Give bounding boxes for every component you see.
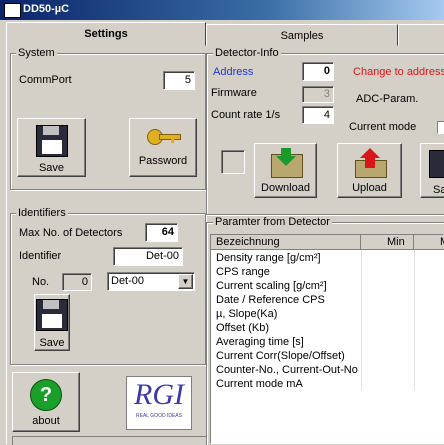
table-row[interactable]: Current mode mA: [211, 377, 443, 391]
identifiers-save-label: Save: [39, 337, 65, 349]
detector-info-group-label: Detector-Info: [213, 47, 281, 59]
no-input: 0: [62, 273, 92, 291]
table-row[interactable]: Date / Reference CPS: [211, 293, 443, 307]
count-rate-input[interactable]: 4: [302, 106, 334, 124]
table-row[interactable]: Current Corr(Slope/Offset): [211, 349, 443, 363]
detector-select-value: Det-00: [111, 275, 145, 287]
no-label: No.: [32, 276, 50, 288]
window-title: DD50-µC: [23, 3, 70, 15]
system-save-label: Save: [38, 162, 65, 174]
table-row[interactable]: Density range [g/cm²]: [211, 251, 443, 265]
adc-param-label: ADC-Param.: [356, 93, 419, 105]
change-address-label[interactable]: Change to address: [353, 66, 444, 78]
rgi-logo: RGI REAL GOOD IDEAS: [126, 376, 192, 430]
address-label: Address: [213, 66, 254, 78]
commport-label: CommPort: [19, 74, 72, 86]
detector-save-button[interactable]: Sa: [420, 143, 444, 198]
column-header-bezeichnung[interactable]: Bezeichnung: [211, 235, 361, 250]
current-mode-label: Current mode: [349, 121, 417, 133]
params-grid[interactable]: Bezeichnung Min M Density range [g/cm²] …: [210, 234, 444, 444]
about-button[interactable]: ? about: [12, 372, 80, 432]
rgi-logo-text: RGI: [134, 378, 184, 411]
table-row[interactable]: Offset (Kb): [211, 321, 443, 335]
commport-input[interactable]: 5: [163, 71, 195, 90]
detector-select[interactable]: Det-00 ▼: [107, 272, 195, 291]
detector-save-label: Sa: [433, 184, 444, 196]
about-label: about: [32, 415, 60, 427]
table-row[interactable]: Current scaling [g/cm²]: [211, 279, 443, 293]
column-header-min[interactable]: Min: [361, 235, 414, 250]
status-indicator: [221, 150, 245, 174]
password-label: Password: [138, 155, 188, 167]
key-icon: [145, 127, 181, 147]
chevron-down-icon[interactable]: ▼: [178, 274, 193, 289]
firmware-label: Firmware: [211, 87, 257, 99]
system-save-button[interactable]: Save: [17, 118, 86, 177]
table-row[interactable]: Averaging time [s]: [211, 335, 443, 349]
download-icon: [270, 148, 303, 178]
app-icon: [4, 3, 21, 18]
rgi-logo-subtext: REAL GOOD IDEAS: [136, 413, 182, 419]
password-button[interactable]: Password: [129, 118, 197, 177]
params-group-label: Paramter from Detector: [213, 216, 332, 228]
table-row[interactable]: µ, Slope(Ka): [211, 307, 443, 321]
tab-more[interactable]: [398, 24, 444, 46]
download-button[interactable]: Download: [254, 143, 317, 198]
tab-samples[interactable]: Samples: [206, 24, 398, 46]
table-row[interactable]: CPS range: [211, 265, 443, 279]
max-detectors-label: Max No. of Detectors: [19, 227, 123, 239]
download-label: Download: [261, 182, 310, 194]
count-rate-label: Count rate 1/s: [211, 109, 281, 121]
firmware-input: 3: [302, 86, 334, 103]
tab-samples-label: Samples: [280, 30, 324, 42]
max-detectors-input[interactable]: 64: [145, 223, 178, 242]
identifiers-save-button[interactable]: Save: [34, 294, 70, 351]
params-rows: Density range [g/cm²] CPS range Current …: [211, 251, 443, 391]
floppy-icon: [429, 150, 444, 178]
address-input[interactable]: 0: [302, 62, 334, 81]
table-row[interactable]: Counter-No., Current-Out-No: [211, 363, 443, 377]
identifiers-group-label: Identifiers: [16, 207, 68, 219]
floppy-icon: [35, 125, 68, 157]
upload-button[interactable]: Upload: [337, 143, 402, 198]
floppy-icon: [36, 299, 68, 331]
system-group-label: System: [16, 47, 57, 59]
current-mode-checkbox[interactable]: [437, 121, 444, 134]
tab-settings-label: Settings: [84, 28, 128, 40]
tab-panel-edge: [6, 45, 7, 444]
identifier-label: Identifier: [19, 250, 62, 262]
tab-settings[interactable]: Settings: [6, 22, 206, 46]
question-icon: ?: [30, 379, 62, 411]
column-header-m[interactable]: M: [414, 235, 444, 250]
upload-label: Upload: [352, 182, 387, 194]
upload-icon: [354, 148, 387, 178]
identifier-input[interactable]: Det-00: [113, 247, 183, 266]
